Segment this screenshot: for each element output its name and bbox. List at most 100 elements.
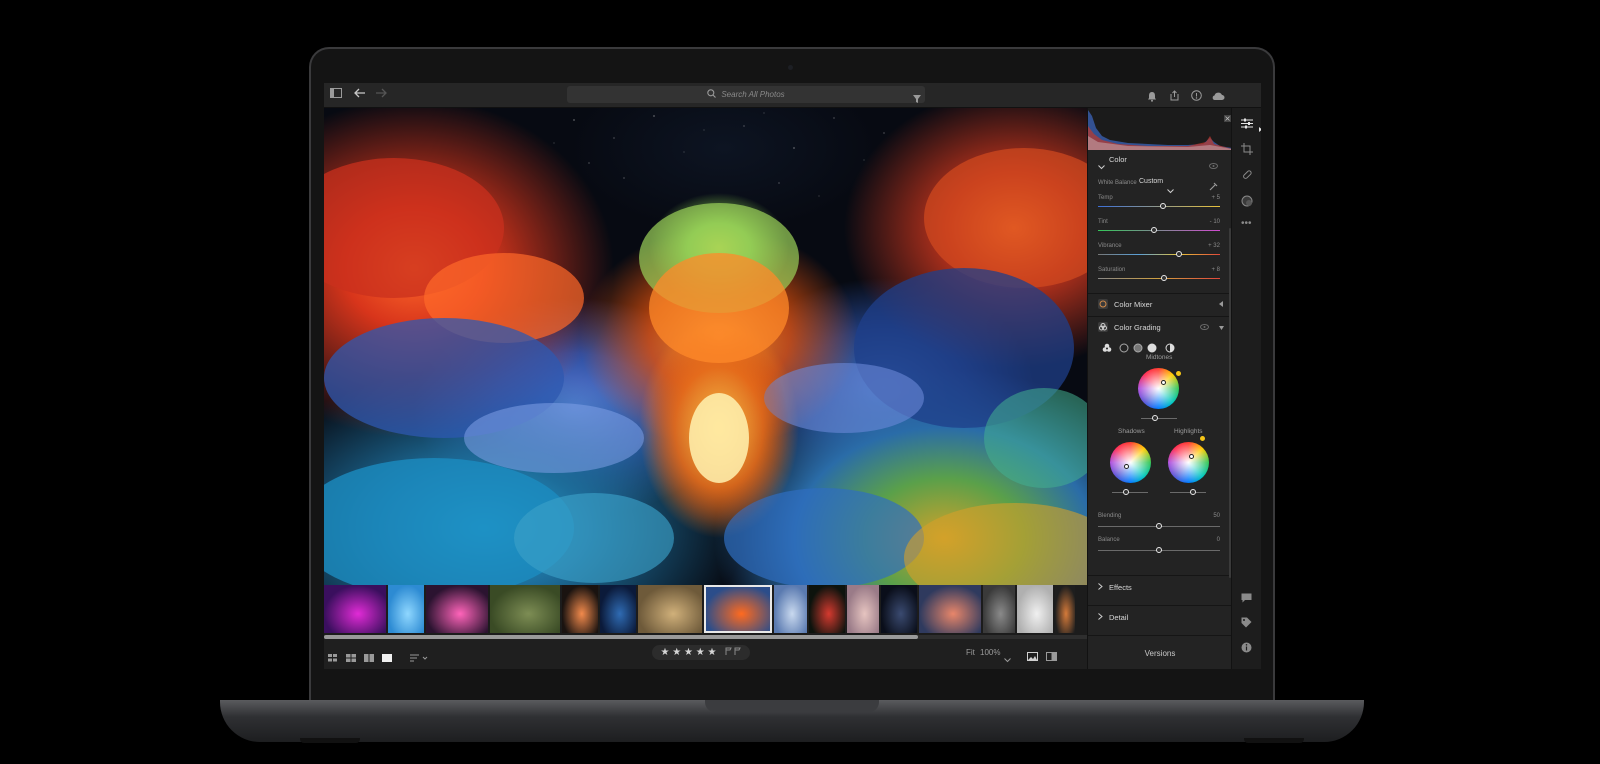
square-grid-icon[interactable] <box>346 649 356 667</box>
laptop-foot <box>1244 738 1304 743</box>
fit-label[interactable]: Fit <box>966 648 975 657</box>
grid-view-icon[interactable] <box>328 649 338 667</box>
close-icon[interactable] <box>1224 109 1231 127</box>
shadows-mode-icon[interactable] <box>1119 340 1129 358</box>
blending-knob[interactable] <box>1156 523 1162 529</box>
color-mixer-section[interactable]: Color Mixer <box>1088 293 1232 315</box>
midtones-luminance-knob[interactable] <box>1152 415 1158 421</box>
three-way-mode-icon[interactable] <box>1102 340 1112 358</box>
chevron-down-icon[interactable] <box>1219 323 1224 332</box>
info-icon[interactable] <box>1241 640 1252 658</box>
filmstrip-thumbnail[interactable] <box>388 585 424 633</box>
bell-icon[interactable] <box>1147 89 1157 107</box>
sort-icon[interactable] <box>410 649 428 667</box>
highlights-hue-marker[interactable] <box>1200 436 1205 441</box>
saturation-value[interactable]: + 8 <box>1193 267 1220 273</box>
cloud-icon[interactable] <box>1211 88 1225 106</box>
filmstrip-thumbnail[interactable] <box>983 585 1015 633</box>
midtones-luminance-track[interactable] <box>1141 418 1177 419</box>
filmstrip-thumbnail[interactable] <box>1017 585 1053 633</box>
detail-view-icon[interactable] <box>382 649 392 667</box>
blending-value[interactable]: 50 <box>1198 513 1220 519</box>
search-placeholder: Search All Photos <box>721 90 785 99</box>
collapse-arrow-icon[interactable] <box>1219 300 1224 309</box>
shadows-wheel-handle[interactable] <box>1124 464 1129 469</box>
shadows-luminance-track[interactable] <box>1112 492 1148 493</box>
zoom-level[interactable]: 100% <box>980 648 1000 657</box>
shadows-luminance-knob[interactable] <box>1123 489 1129 495</box>
filmstrip-thumbnail[interactable] <box>1055 585 1075 633</box>
filmstrip-thumbnail[interactable] <box>600 585 636 633</box>
highlights-wheel-handle[interactable] <box>1189 454 1194 459</box>
highlights-luminance-track[interactable] <box>1170 492 1206 493</box>
temp-knob[interactable] <box>1159 203 1166 209</box>
balance-knob[interactable] <box>1156 547 1162 553</box>
more-options-icon[interactable]: ••• <box>1241 218 1252 229</box>
highlights-luminance-knob[interactable] <box>1190 489 1196 495</box>
versions-button[interactable]: Versions <box>1088 635 1232 669</box>
crop-icon[interactable] <box>1241 142 1253 160</box>
filmstrip-thumbnail[interactable] <box>809 585 845 633</box>
split-view-icon[interactable] <box>1046 648 1057 666</box>
share-icon[interactable] <box>1169 88 1180 106</box>
saturation-knob[interactable] <box>1160 275 1167 281</box>
main-photo[interactable] <box>324 108 1087 585</box>
highlights-color-wheel[interactable] <box>1168 442 1209 483</box>
sidebar-toggle-icon[interactable] <box>330 88 342 101</box>
balance-value[interactable]: 0 <box>1198 537 1220 543</box>
eye-icon[interactable] <box>1200 323 1209 332</box>
vibrance-value[interactable]: + 32 <box>1193 243 1220 249</box>
eyedropper-icon[interactable] <box>1209 178 1218 196</box>
tint-value[interactable]: - 10 <box>1193 219 1220 225</box>
white-balance-value[interactable]: Custom <box>1139 178 1163 185</box>
eye-icon[interactable] <box>1209 156 1218 174</box>
filmstrip-thumbnail[interactable] <box>881 585 917 633</box>
temp-track[interactable] <box>1098 206 1220 207</box>
tag-icon[interactable] <box>1241 615 1252 633</box>
midtones-wheel-handle[interactable] <box>1161 380 1166 385</box>
filmstrip-thumbnail-selected[interactable] <box>704 585 772 633</box>
detail-section[interactable]: Detail <box>1088 605 1232 629</box>
edit-sliders-icon[interactable] <box>1241 116 1253 134</box>
color-grading-icon <box>1098 321 1108 334</box>
filmstrip-thumbnail[interactable] <box>919 585 981 633</box>
forward-arrow-icon[interactable] <box>375 88 387 101</box>
color-section-title[interactable]: Color <box>1109 155 1127 164</box>
back-arrow-icon[interactable] <box>354 88 366 101</box>
filmstrip-thumbnail[interactable] <box>324 585 386 633</box>
midtones-color-wheel[interactable] <box>1138 368 1179 409</box>
midtones-hue-marker[interactable] <box>1176 371 1181 376</box>
healing-brush-icon[interactable] <box>1241 168 1253 186</box>
filmstrip-thumbnail[interactable] <box>490 585 560 633</box>
filter-icon[interactable] <box>913 90 921 108</box>
masking-icon[interactable] <box>1241 194 1253 212</box>
filmstrip-thumbnail[interactable] <box>562 585 598 633</box>
chevron-down-icon[interactable] <box>1004 650 1011 668</box>
rating-stars[interactable]: ★ ★ ★ ★ ★ <box>661 647 717 658</box>
filmstrip-thumbnail[interactable] <box>426 585 488 633</box>
histogram <box>1088 108 1232 150</box>
chevron-down-icon[interactable] <box>1098 157 1105 175</box>
before-after-icon[interactable] <box>1027 648 1038 666</box>
saturation-track[interactable] <box>1098 278 1220 279</box>
vibrance-track[interactable] <box>1098 254 1220 255</box>
flag-icon[interactable] <box>725 647 742 658</box>
chevron-down-icon[interactable] <box>1167 181 1174 199</box>
tint-track[interactable] <box>1098 230 1220 231</box>
effects-section[interactable]: Effects <box>1088 575 1232 599</box>
filmstrip-thumbnail[interactable] <box>774 585 807 633</box>
compare-view-icon[interactable] <box>364 649 374 667</box>
shadows-color-wheel[interactable] <box>1110 442 1151 483</box>
laptop-hinge-notch <box>705 700 879 712</box>
temp-value[interactable]: + 5 <box>1193 195 1220 201</box>
vibrance-knob[interactable] <box>1175 251 1182 257</box>
search-input[interactable]: Search All Photos <box>567 86 925 103</box>
help-icon[interactable] <box>1191 88 1202 106</box>
filmstrip-thumbnail[interactable] <box>638 585 702 633</box>
filmstrip-thumbnail[interactable] <box>847 585 879 633</box>
tint-knob[interactable] <box>1151 227 1158 233</box>
midtones-mode-icon[interactable] <box>1133 340 1143 358</box>
color-grading-section[interactable]: Color Grading <box>1088 316 1232 338</box>
comment-icon[interactable] <box>1241 590 1252 608</box>
star-rating[interactable]: ★ ★ ★ ★ ★ <box>652 645 750 660</box>
